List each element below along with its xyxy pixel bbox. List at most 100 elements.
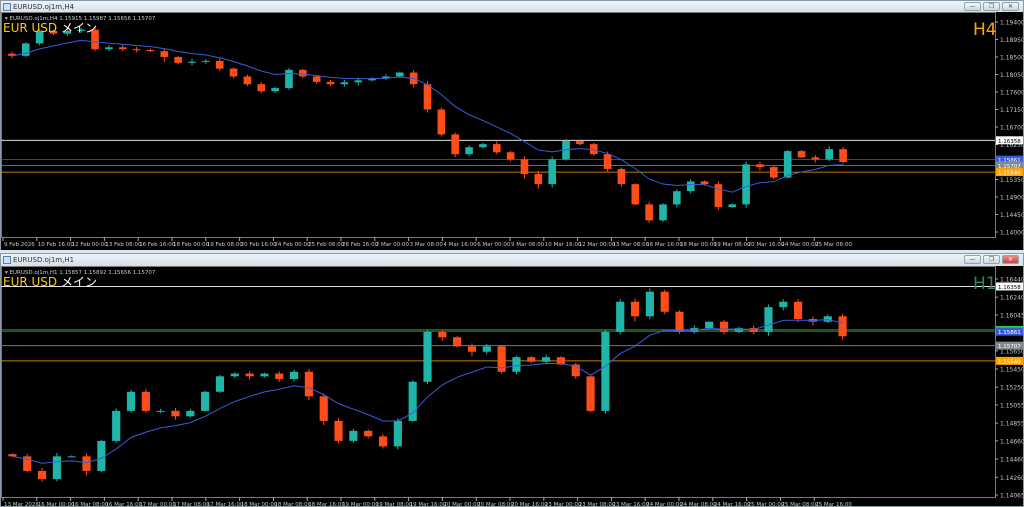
bearish-candle (146, 50, 155, 52)
x-tick-label: 17 Mar 16:00 (207, 502, 244, 506)
bearish-candle (326, 81, 335, 85)
price-level-label: 1.15540 (998, 171, 1021, 177)
symbol-suffix: メイン (61, 275, 97, 289)
y-tick-label: 1.14900 (1000, 195, 1023, 202)
bullish-candle (52, 456, 61, 480)
x-tick-label: 18 Mar 16:00 (308, 502, 345, 506)
bearish-candle (794, 301, 803, 320)
x-tick-label: 24 Mar 00:00 (646, 502, 683, 506)
window-titlebar[interactable]: EURUSD.oj1m,H1 — ❐ ✕ (1, 254, 1023, 266)
restore-button[interactable]: ❐ (983, 255, 1000, 264)
candlestick-chart: 1.164401.162401.160451.158501.156501.154… (1, 266, 1023, 506)
bullish-candle (659, 204, 667, 221)
bullish-candle (395, 72, 404, 77)
bullish-candle (783, 151, 792, 178)
bearish-candle (586, 376, 595, 411)
bullish-candle (479, 144, 487, 148)
bearish-candle (700, 181, 709, 185)
minimize-button[interactable]: — (964, 255, 981, 264)
bearish-candle (132, 49, 141, 51)
bullish-candle (126, 391, 136, 411)
x-tick-label: 18 Mar 00:00 (680, 242, 717, 248)
y-tick-label: 1.18050 (1000, 72, 1023, 79)
symbol-suffix: メイン (61, 21, 97, 35)
x-tick-label: 6 Mar 00:00 (477, 242, 511, 248)
x-tick-label: 24 Mar 16:00 (714, 502, 751, 506)
restore-button[interactable]: ❐ (983, 2, 1000, 11)
symbol-label: EUR USD メイン (3, 275, 97, 289)
candlestick-chart: 1.19400 1.18950 1.18500 1.18050 1.17600 1.171… (1, 12, 1023, 250)
x-tick-label: 17 Mar 08:00 (173, 502, 210, 506)
bullish-candle (645, 291, 654, 317)
bullish-candle (186, 410, 195, 417)
bearish-candle (576, 141, 584, 145)
x-tick-label: 19 Mar 08:00 (376, 502, 413, 506)
chart-background (1, 266, 1023, 506)
x-tick-label: 12 Mar 00:00 (579, 242, 616, 248)
bearish-candle (312, 76, 321, 82)
x-tick-label: 9 Feb 2026 (4, 242, 35, 248)
y-tick-label: 1.14460 (1000, 457, 1023, 464)
chart-background (1, 12, 1023, 250)
x-tick-label: 16 Mar 16:00 (646, 242, 683, 248)
y-tick-label: 1.16045 (1000, 312, 1023, 319)
price-level-label: 1.15861 (998, 330, 1021, 336)
x-tick-label: 13 Feb 08:00 (105, 242, 142, 248)
x-tick-label: 10 Feb 16:00 (38, 242, 75, 248)
close-button[interactable]: ✕ (1002, 2, 1019, 11)
x-tick-label: 13 Mar 2026 (4, 502, 39, 506)
x-tick-label: 2 Mar 00:00 (376, 242, 410, 248)
x-tick-label: 23 Mar 16:00 (612, 502, 649, 506)
close-button[interactable]: ✕ (1002, 255, 1019, 264)
x-tick-label: 26 Feb 16:00 (342, 242, 379, 248)
bearish-candle (82, 456, 91, 471)
x-tick-label: 13 Mar 08:00 (612, 242, 649, 248)
x-tick-label: 23 Mar 08:00 (579, 502, 616, 506)
bullish-candle (202, 60, 210, 62)
bearish-candle (603, 154, 612, 169)
symbol-label: EUR USD メイン (3, 21, 97, 35)
bearish-candle (675, 311, 684, 332)
bearish-candle (364, 430, 373, 437)
bearish-candle (714, 184, 723, 208)
bullish-candle (601, 331, 610, 411)
bearish-candle (617, 169, 626, 185)
bearish-candle (756, 164, 764, 168)
bearish-candle (243, 76, 252, 85)
bullish-candle (290, 371, 299, 380)
bullish-candle (260, 373, 269, 377)
y-tick-label: 1.14260 (1000, 475, 1023, 482)
x-tick-label: 19 Mar 16:00 (410, 502, 447, 506)
bullish-candle (349, 430, 358, 441)
x-tick-label: 3 Mar 08:00 (410, 242, 444, 248)
bearish-candle (719, 321, 729, 332)
y-tick-label: 1.18950 (1000, 37, 1023, 44)
x-tick-label: 20 Mar 16:00 (748, 242, 785, 248)
price-level-label: 1.16358 (998, 139, 1021, 145)
x-tick-label: 16 Feb 16:00 (139, 242, 176, 248)
x-tick-label: 24 Mar 00:00 (781, 242, 818, 248)
y-tick-label: 1.17600 (1000, 90, 1023, 97)
window-title: EURUSD.oj1m,H1 (13, 256, 75, 264)
x-tick-label: 19 Mar 00:00 (342, 502, 379, 506)
bullish-candle (340, 82, 349, 85)
window-title: EURUSD.oj1m,H4 (13, 3, 75, 11)
y-tick-label: 1.19400 (1000, 20, 1023, 27)
bearish-candle (838, 316, 847, 337)
bullish-candle (825, 149, 834, 160)
bearish-candle (467, 346, 477, 352)
y-tick-label: 1.18500 (1000, 55, 1023, 62)
y-tick-label: 1.15250 (1000, 385, 1023, 392)
bearish-candle (797, 151, 806, 158)
x-tick-label: 23 Mar 00:00 (545, 502, 582, 506)
bearish-candle (645, 204, 653, 221)
bearish-candle (160, 51, 169, 57)
bullish-candle (542, 357, 551, 362)
x-tick-label: 20 Feb 16:00 (241, 242, 278, 248)
bullish-candle (705, 321, 714, 329)
bullish-candle (97, 440, 106, 471)
minimize-button[interactable]: — (964, 2, 981, 11)
bullish-candle (156, 410, 165, 412)
bullish-candle (616, 301, 625, 332)
bearish-candle (423, 84, 432, 110)
